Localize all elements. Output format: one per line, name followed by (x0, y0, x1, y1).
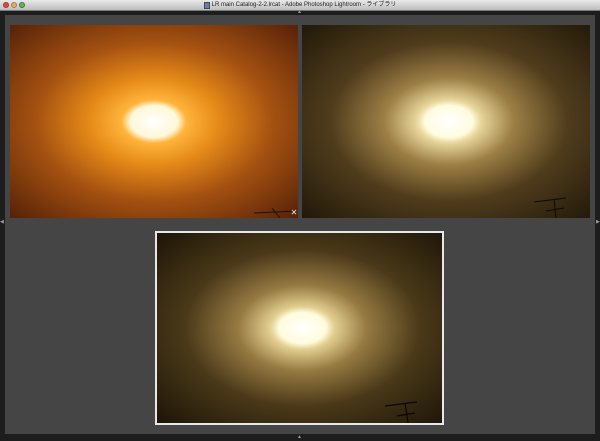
sun-photo-warm (302, 25, 590, 218)
document-icon (203, 1, 210, 9)
sun-photo-warm-selected (157, 233, 442, 423)
survey-photo-3-selected[interactable] (155, 231, 444, 425)
bottom-panel-toggle-icon[interactable]: ▲ (297, 435, 302, 440)
left-panel-toggle-icon[interactable]: ◀ (0, 220, 4, 225)
sun-photo-orange (10, 25, 298, 218)
window-title-text: LR main Catalog-2-2.lrcat - Adobe Photos… (211, 2, 397, 8)
right-panel-toggle-icon[interactable]: ▶ (596, 220, 600, 225)
survey-photo-2[interactable] (302, 25, 590, 218)
survey-photo-1[interactable] (10, 25, 298, 218)
remove-icon[interactable]: ✕ (290, 209, 298, 217)
